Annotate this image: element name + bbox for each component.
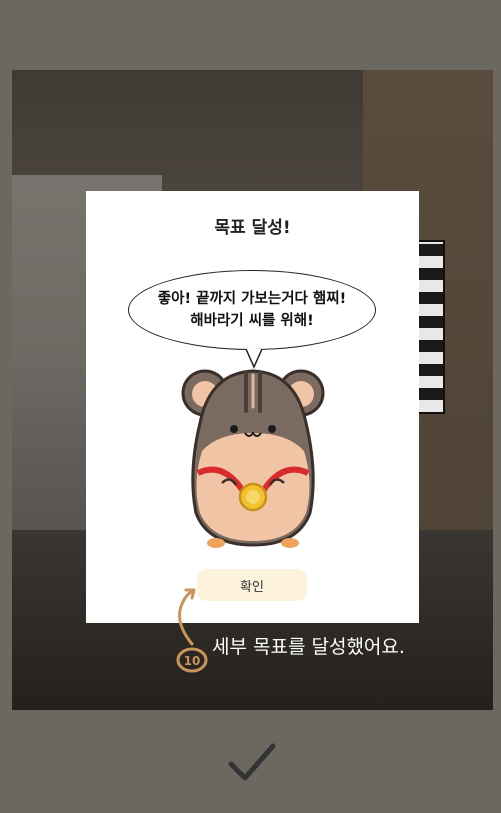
annotation-caption: 세부 목표를 달성했어요. bbox=[212, 636, 405, 658]
speech-bubble: 좋아! 끝까지 가보는거다 햄찌! 해바라기 씨를 위해! bbox=[128, 270, 376, 350]
goal-achieved-dialog: 목표 달성! 좋아! 끝까지 가보는거다 햄찌! 해바라기 씨를 위해! 확인 bbox=[86, 191, 419, 623]
speech-line-2: 해바라기 씨를 위해! bbox=[190, 313, 314, 329]
background-checker-panel bbox=[417, 240, 445, 414]
annotation-step-number: 10 bbox=[184, 654, 201, 668]
checkmark-icon[interactable] bbox=[226, 740, 278, 786]
confirm-button[interactable]: 확인 bbox=[197, 569, 307, 601]
annotation-arrow-icon: 10 bbox=[176, 588, 208, 673]
hamster-medal-illustration bbox=[181, 369, 325, 548]
speech-line-1: 좋아! 끝까지 가보는거다 햄찌! bbox=[157, 291, 347, 307]
dialog-title: 목표 달성! bbox=[214, 218, 291, 238]
